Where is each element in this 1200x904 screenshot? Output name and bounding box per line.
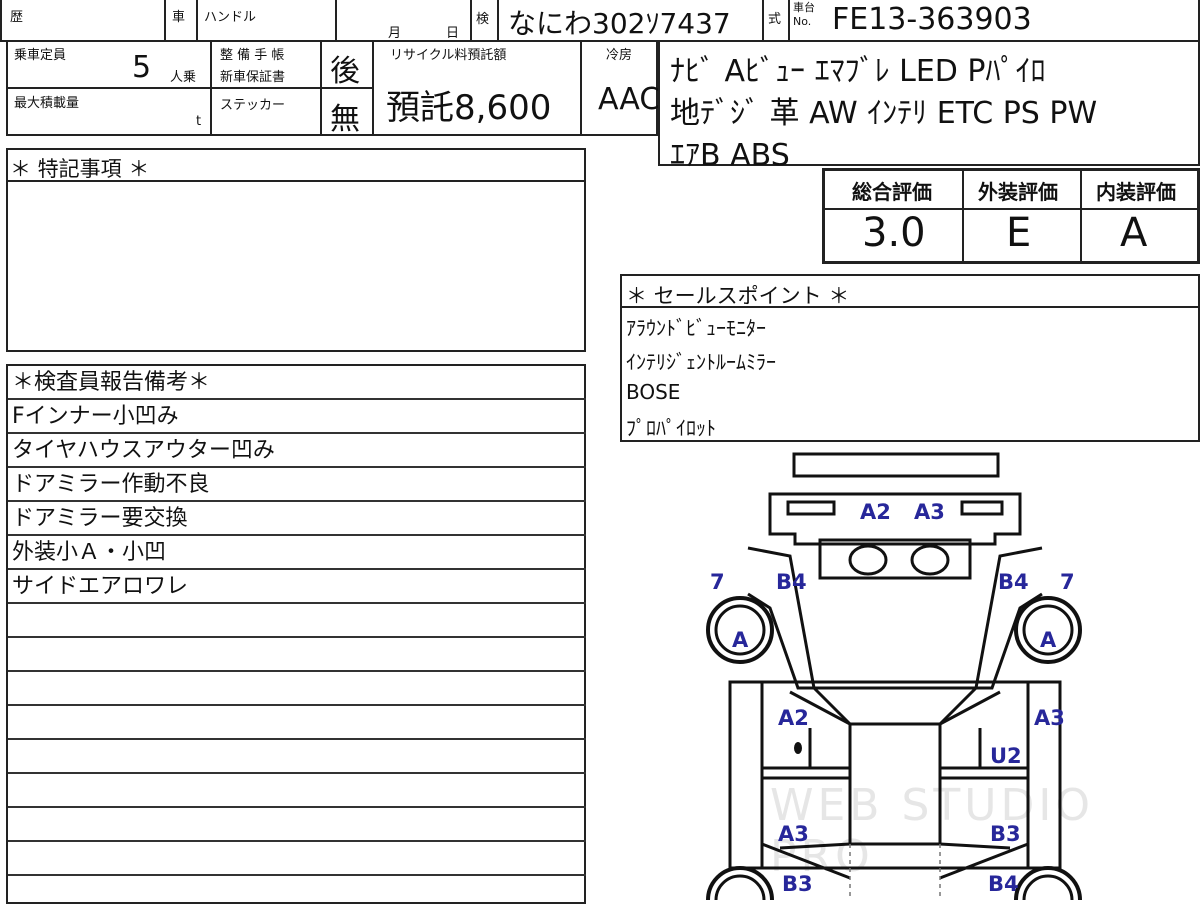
- equipment-line-3: ｴｱB ABS: [670, 138, 790, 173]
- max-load-label: 最大積載量: [14, 96, 80, 111]
- chassis-label-top: 車台: [793, 1, 815, 14]
- inspector-note-1: Fインナー小凹み: [8, 400, 586, 434]
- damage-left-door-rear: A3: [778, 822, 809, 846]
- damage-right-wheel: A: [1040, 628, 1057, 652]
- damage-right-side-front: A3: [1034, 706, 1065, 730]
- recycle-label: リサイクル料預託額: [390, 48, 507, 63]
- sticker-value: 無: [330, 102, 360, 137]
- chassis-label-bottom: No.: [793, 15, 812, 28]
- overall-value: 3.0: [862, 210, 926, 256]
- ac-value: AAC: [598, 82, 661, 117]
- damage-left-7: 7: [710, 570, 725, 594]
- interior-label: 内装評価: [1096, 180, 1176, 204]
- inspector-note-4: ドアミラー要交換: [8, 502, 586, 536]
- damage-left-door-front: A2: [778, 706, 809, 730]
- inspector-note-empty: [8, 808, 586, 842]
- sales-point-4: ﾌﾟﾛﾊﾟｲﾛｯﾄ: [626, 416, 716, 440]
- inspector-note-2: タイヤハウスアウター凹み: [8, 434, 586, 468]
- sticker-label: ステッカー: [220, 98, 286, 113]
- damage-front-a2: A2: [860, 500, 891, 524]
- maintenance-label-2: 新車保証書: [220, 70, 286, 85]
- capacity-unit: 人乗: [170, 70, 197, 85]
- inspection-label: 検: [476, 12, 490, 27]
- equipment-line-2: 地ﾃﾞｼﾞ 革 AW ｲﾝﾃﾘ ETC PS PW: [670, 96, 1098, 131]
- handle-label: ハンドル: [204, 10, 257, 25]
- sales-point-3: BOSE: [626, 380, 681, 404]
- inspector-note-5: 外装小Ａ・小凹: [8, 536, 586, 570]
- sales-points-title: ＊ セールスポイント ＊: [626, 284, 850, 308]
- damage-front-a3: A3: [914, 500, 945, 524]
- inspector-note-empty: [8, 842, 586, 876]
- car-damage-diagram: [706, 452, 1082, 900]
- exterior-value: E: [1006, 210, 1032, 256]
- day-label: 日: [446, 26, 460, 41]
- inspector-note-empty: [8, 706, 586, 740]
- ac-label: 冷房: [606, 48, 633, 63]
- inspector-note-3: ドアミラー作動不良: [8, 468, 586, 502]
- inspector-note-6: サイドエアロワレ: [8, 570, 586, 604]
- type-label: 式: [768, 12, 782, 27]
- inspector-note-empty: [8, 604, 586, 638]
- inspector-note-empty: [8, 774, 586, 808]
- sales-point-1: ｱﾗｳﾝﾄﾞﾋﾞｭｰﾓﾆﾀｰ: [626, 316, 766, 340]
- recycle-value: 預託8,600: [386, 88, 552, 128]
- damage-left-rear: B3: [782, 872, 813, 896]
- damage-left-wheel: A: [732, 628, 749, 652]
- inspector-note-empty: [8, 638, 586, 672]
- car-label: 車: [172, 10, 186, 25]
- inspection-value: なにわ302ｿ7437: [508, 7, 731, 40]
- inspector-notes-title: ＊検査員報告備考＊: [8, 366, 586, 400]
- overall-label: 総合評価: [852, 180, 932, 204]
- sales-point-2: ｲﾝﾃﾘｼﾞｪﾝﾄﾙｰﾑﾐﾗｰ: [626, 350, 776, 374]
- max-load-unit: t: [196, 114, 202, 129]
- special-notes-title: ＊ 特記事項 ＊: [10, 157, 150, 181]
- month-label: 月: [388, 26, 402, 41]
- maintenance-label-1: 整 備 手 帳: [220, 48, 285, 63]
- exterior-label: 外装評価: [978, 180, 1058, 204]
- damage-right-7: 7: [1060, 570, 1075, 594]
- capacity-value: 5: [132, 50, 152, 85]
- inspector-note-empty: [8, 672, 586, 706]
- inspector-note-empty: [8, 740, 586, 774]
- damage-right-door-front: U2: [990, 744, 1022, 768]
- maintenance-value: 後: [330, 54, 360, 89]
- capacity-label: 乗車定員: [14, 48, 67, 63]
- damage-right-rear: B4: [988, 872, 1019, 896]
- equipment-line-1: ﾅﾋﾞ Aﾋﾞｭｰ ｴﾏﾌﾞﾚ LED Pﾊﾟｲﾛ: [670, 54, 1046, 89]
- interior-value: A: [1120, 210, 1148, 256]
- history-label: 歴: [10, 10, 24, 25]
- damage-right-b4: B4: [998, 570, 1029, 594]
- damage-left-b4: B4: [776, 570, 807, 594]
- chassis-value: FE13-363903: [832, 2, 1032, 37]
- damage-right-door-rear: B3: [990, 822, 1021, 846]
